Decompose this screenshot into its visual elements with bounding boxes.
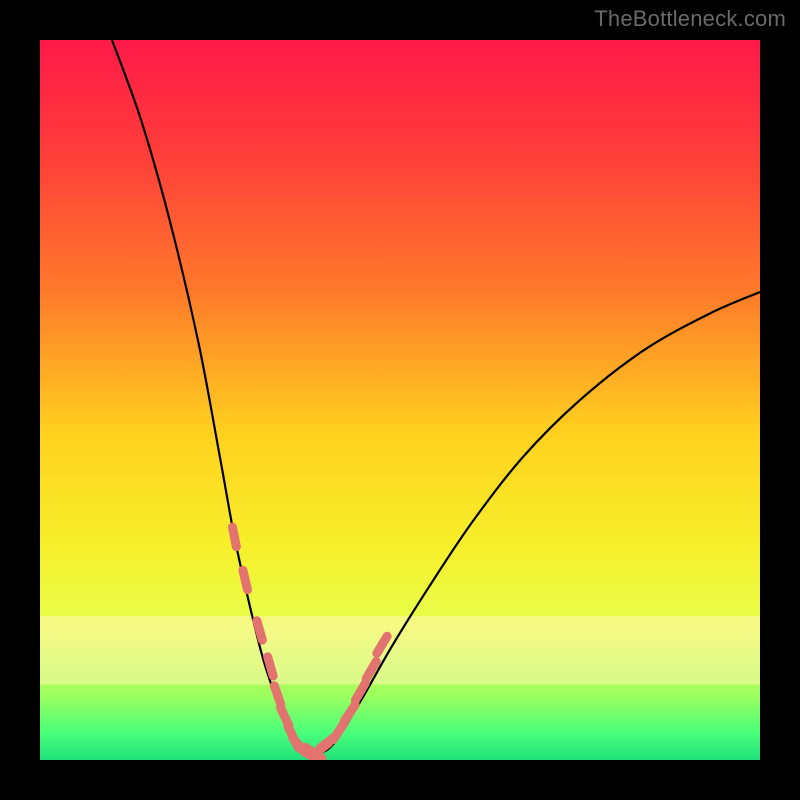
curve-marker: [232, 527, 236, 547]
curve-marker: [274, 686, 281, 705]
plot-area: [40, 40, 760, 760]
curve-marker: [268, 657, 273, 676]
highlight-band: [40, 616, 760, 684]
watermark-text: TheBottleneck.com: [594, 6, 786, 32]
curve-marker: [243, 570, 248, 589]
chart-stage: TheBottleneck.com: [0, 0, 800, 800]
chart-svg: [40, 40, 760, 760]
curve-marker: [257, 621, 262, 640]
